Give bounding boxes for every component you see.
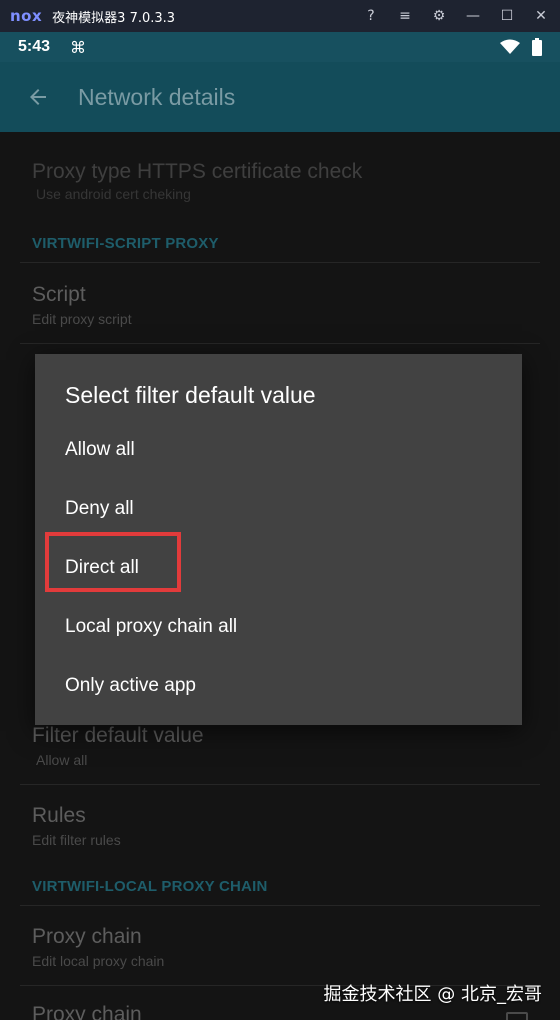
divider xyxy=(20,905,540,906)
page-title: Network details xyxy=(78,83,236,110)
pref-title: Proxy type HTTPS certificate check xyxy=(32,160,363,183)
nox-logo: nox xyxy=(10,7,43,25)
pref-summary: Use android cert cheking xyxy=(36,186,191,202)
option-local-proxy-chain-all[interactable]: Local proxy chain all xyxy=(35,597,522,656)
status-time: 5:43 xyxy=(18,38,51,55)
pref-summary: Edit local proxy chain xyxy=(32,953,165,969)
pref-title: Filter default value xyxy=(32,724,204,747)
pref-title: Rules xyxy=(32,804,86,827)
pref-script[interactable]: Script Edit proxy script xyxy=(0,283,560,327)
category-local-proxy-chain: VIRTWIFI-LOCAL PROXY CHAIN xyxy=(32,878,268,895)
pref-title: Script xyxy=(32,283,86,306)
status-right xyxy=(500,38,542,56)
pref-title: Proxy chain xyxy=(32,925,142,948)
pref-summary: Allow all xyxy=(36,752,88,768)
watermark: 掘金技术社区 @ 北京_宏哥 xyxy=(323,984,542,1005)
divider xyxy=(20,262,540,263)
app-toolbar: Network details xyxy=(0,62,560,132)
pref-summary: Edit filter rules xyxy=(32,832,121,848)
divider xyxy=(20,784,540,785)
emulator-title-bar: nox 夜神模拟器3 7.0.3.3 ? ≡ ⚙ — ☐ ✕ xyxy=(0,0,560,32)
pref-filter-default[interactable]: Filter default value Allow all xyxy=(0,724,560,768)
status-bar: 5:43 ⌘ xyxy=(0,32,560,62)
command-icon: ⌘ xyxy=(70,37,87,57)
battery-icon xyxy=(532,38,542,56)
menu-icon[interactable]: ≡ xyxy=(396,7,414,25)
settings-icon[interactable]: ⚙ xyxy=(430,7,448,25)
back-arrow-icon xyxy=(30,89,46,105)
minimize-icon[interactable]: — xyxy=(464,7,482,25)
option-allow-all[interactable]: Allow all xyxy=(35,420,522,479)
help-icon[interactable]: ? xyxy=(362,7,380,25)
maximize-icon[interactable]: ☐ xyxy=(498,7,516,25)
pref-proxy-chain[interactable]: Proxy chain Edit local proxy chain xyxy=(0,925,560,969)
emulator-controls: ? ≡ ⚙ — ☐ ✕ xyxy=(362,7,550,25)
pref-summary: Edit proxy script xyxy=(32,311,132,327)
proxy-chain-checkbox[interactable] xyxy=(506,1012,528,1020)
option-only-active-app[interactable]: Only active app xyxy=(35,656,522,715)
wifi-icon xyxy=(500,39,520,54)
category-script-proxy: VIRTWIFI-SCRIPT PROXY xyxy=(32,235,219,252)
pref-proxy-type-cert[interactable]: Proxy type HTTPS certificate check Use a… xyxy=(0,160,560,202)
option-deny-all[interactable]: Deny all xyxy=(35,479,522,538)
emulator-title: 夜神模拟器3 7.0.3.3 xyxy=(52,10,176,26)
option-direct-all[interactable]: Direct all xyxy=(35,538,522,597)
dialog-title: Select filter default value xyxy=(65,382,316,408)
close-icon[interactable]: ✕ xyxy=(532,7,550,25)
filter-default-dialog: Select filter default value Allow all De… xyxy=(35,354,522,725)
pref-rules[interactable]: Rules Edit filter rules xyxy=(0,804,560,848)
divider xyxy=(20,343,540,344)
back-button[interactable] xyxy=(24,83,52,111)
